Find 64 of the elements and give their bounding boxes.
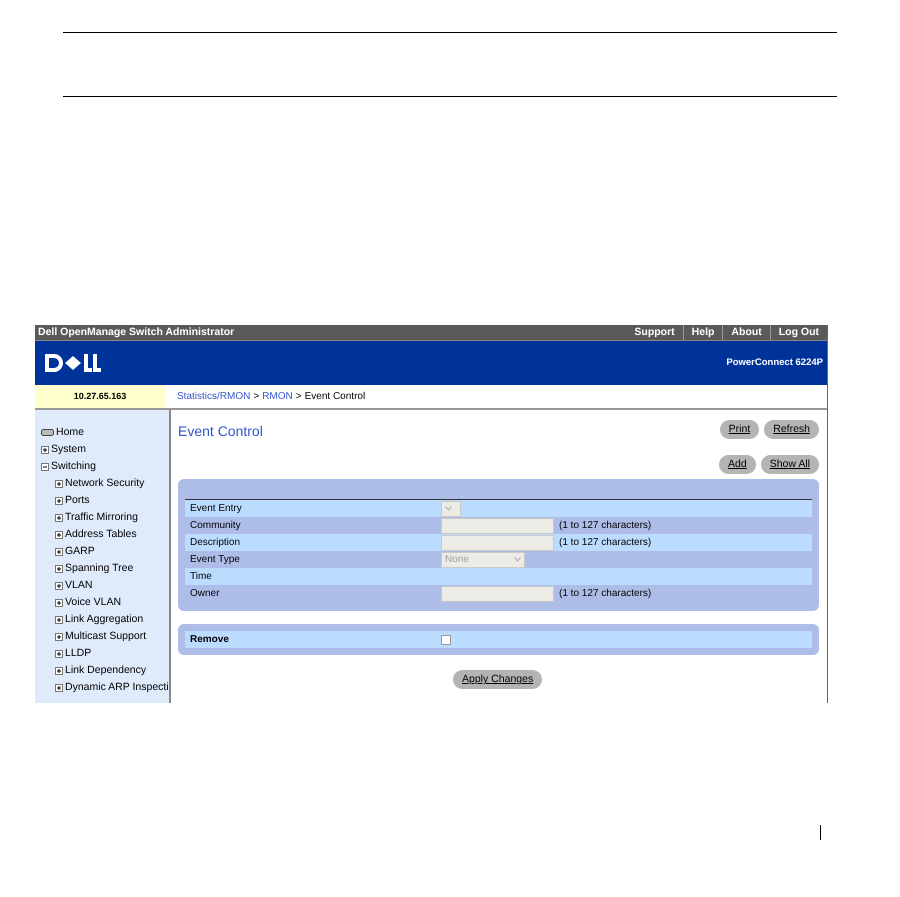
tree-item[interactable]: System [51, 442, 86, 458]
checkbox[interactable] [441, 634, 451, 644]
ip-address: 10.27.65.163 [74, 390, 126, 403]
tree-item[interactable]: Switching [51, 458, 96, 474]
field-hint: (1 to 127 characters) [559, 587, 652, 601]
field-label: Owner [189, 587, 220, 601]
tree-item[interactable]: Link Dependency [65, 662, 146, 678]
page-button[interactable]: Refresh [764, 420, 819, 439]
expand-icon[interactable] [55, 496, 63, 504]
expand-icon[interactable] [55, 616, 63, 624]
chevron-down-icon [514, 557, 521, 562]
page-title: Event Control [178, 422, 263, 441]
expand-icon[interactable] [55, 564, 63, 572]
tree-item[interactable]: Ports [65, 492, 90, 508]
top-nav-link[interactable]: About [722, 325, 770, 340]
field-hint: (1 to 127 characters) [559, 519, 652, 533]
drive-icon [41, 429, 54, 436]
expand-icon[interactable] [55, 514, 63, 522]
tree-item[interactable]: Network Security [65, 476, 144, 492]
breadcrumb-current: Event Control [304, 390, 366, 404]
apply-button[interactable]: Apply Changes [453, 670, 542, 689]
field-hint: (1 to 127 characters) [559, 536, 652, 550]
chevron-down-icon [445, 506, 452, 511]
field-label: Event Entry [189, 502, 243, 516]
tree-item[interactable]: Link Aggregation [65, 612, 144, 628]
expand-icon[interactable] [55, 666, 63, 674]
page-button[interactable]: Print [720, 420, 760, 439]
expand-icon[interactable] [55, 548, 63, 556]
breadcrumb-separator: > [296, 390, 302, 404]
expand-icon[interactable] [55, 582, 63, 590]
breadcrumb-separator: > [253, 390, 260, 404]
tree-item[interactable]: LLDP [65, 646, 92, 662]
field-label: Remove [189, 633, 230, 647]
top-nav-link[interactable]: Log Out [770, 325, 827, 340]
product-name: PowerConnect 6224P [726, 356, 823, 370]
page-button[interactable]: Add [719, 455, 756, 474]
top-nav-link[interactable]: Help [682, 325, 722, 340]
collapse-icon[interactable] [41, 462, 49, 470]
tree-item[interactable]: Dynamic ARP Inspecti [65, 680, 169, 696]
breadcrumb-link[interactable]: Statistics/RMON [177, 389, 250, 404]
expand-icon[interactable] [55, 530, 63, 538]
tree-item[interactable]: Traffic Mirroring [65, 510, 138, 526]
tree-item[interactable]: Voice VLAN [65, 594, 122, 610]
app-title: Dell OpenManage Switch Administrator [38, 325, 234, 340]
tree-item[interactable]: Address Tables [65, 526, 137, 542]
tree-item[interactable]: Spanning Tree [65, 560, 134, 576]
expand-icon[interactable] [55, 480, 63, 488]
expand-icon[interactable] [55, 684, 63, 692]
expand-icon[interactable] [55, 598, 63, 606]
expand-icon[interactable] [55, 650, 63, 658]
tree-item[interactable]: Multicast Support [65, 628, 146, 644]
breadcrumb-link[interactable]: RMON [262, 389, 293, 404]
expand-icon[interactable] [41, 446, 49, 454]
top-nav-link[interactable]: Support [626, 325, 683, 340]
page-button[interactable]: Show All [760, 455, 819, 474]
logo-drawing [43, 352, 103, 374]
expand-icon[interactable] [55, 632, 63, 640]
tree-item[interactable]: GARP [65, 544, 95, 560]
field-label: Community [189, 519, 242, 533]
field-label: Event Type [189, 553, 241, 567]
tree-item[interactable]: VLAN [65, 578, 92, 594]
field-label: Time [189, 570, 213, 584]
tree-item[interactable]: Home [56, 424, 84, 440]
field-label: Description [189, 536, 242, 550]
